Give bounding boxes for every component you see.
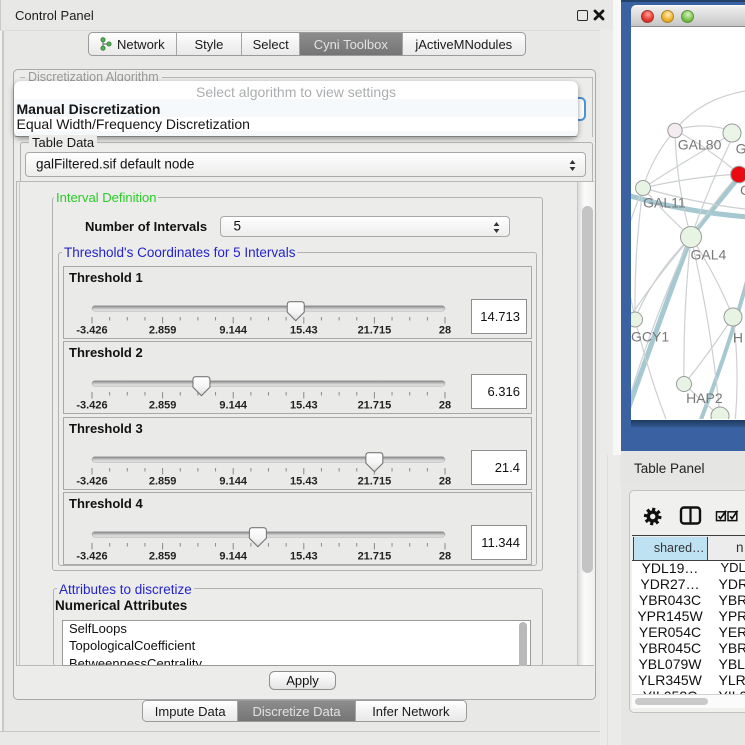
svg-text:21.715: 21.715 bbox=[358, 400, 392, 412]
svg-text:21.715: 21.715 bbox=[358, 551, 392, 563]
svg-text:15.43: 15.43 bbox=[290, 400, 318, 412]
svg-text:9.144: 9.144 bbox=[219, 400, 247, 412]
svg-text:9.144: 9.144 bbox=[219, 551, 247, 563]
svg-text:2.859: 2.859 bbox=[149, 475, 177, 487]
svg-text:GAL11: GAL11 bbox=[643, 195, 686, 211]
svg-text:28: 28 bbox=[439, 400, 451, 412]
svg-text:15.43: 15.43 bbox=[290, 325, 318, 337]
svg-text:21.715: 21.715 bbox=[358, 325, 392, 337]
svg-text:H: H bbox=[733, 329, 743, 345]
svg-text:15.43: 15.43 bbox=[290, 551, 318, 563]
svg-text:HAP2: HAP2 bbox=[686, 390, 723, 406]
svg-text:28: 28 bbox=[439, 325, 451, 337]
svg-text:-3.426: -3.426 bbox=[76, 325, 107, 337]
svg-text:21.715: 21.715 bbox=[358, 475, 392, 487]
svg-text:28: 28 bbox=[439, 475, 451, 487]
svg-text:-3.426: -3.426 bbox=[76, 475, 107, 487]
svg-text:9.144: 9.144 bbox=[219, 325, 247, 337]
svg-text:GCY1: GCY1 bbox=[631, 328, 669, 344]
svg-text:-3.426: -3.426 bbox=[76, 551, 107, 563]
svg-text:2.859: 2.859 bbox=[149, 325, 177, 337]
svg-text:9.144: 9.144 bbox=[219, 475, 247, 487]
svg-text:GAL80: GAL80 bbox=[678, 137, 722, 153]
svg-text:2.859: 2.859 bbox=[149, 551, 177, 563]
svg-text:C: C bbox=[740, 182, 745, 198]
svg-text:-3.426: -3.426 bbox=[76, 400, 107, 412]
svg-text:28: 28 bbox=[439, 551, 451, 563]
svg-text:15.43: 15.43 bbox=[290, 475, 318, 487]
svg-text:2.859: 2.859 bbox=[149, 400, 177, 412]
svg-text:GAL4: GAL4 bbox=[691, 247, 727, 263]
svg-text:G: G bbox=[736, 141, 745, 157]
